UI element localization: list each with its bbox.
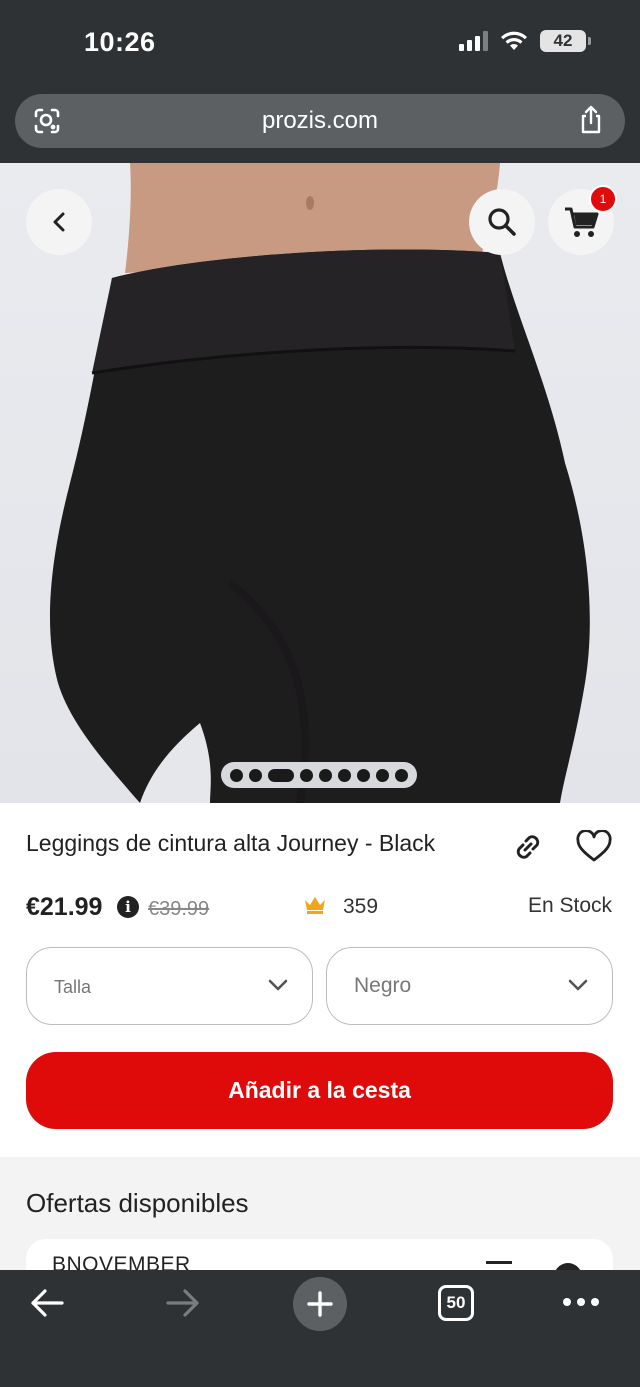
carousel-dot[interactable] bbox=[319, 768, 332, 782]
size-select-label: Talla bbox=[54, 977, 92, 997]
signal-icon bbox=[459, 31, 488, 51]
carousel-dot[interactable] bbox=[357, 768, 370, 782]
add-to-cart-button[interactable]: Añadir a la cesta bbox=[26, 1052, 613, 1129]
carousel-indicator[interactable] bbox=[221, 762, 417, 788]
carousel-dot[interactable] bbox=[395, 768, 408, 782]
wifi-icon bbox=[501, 31, 527, 50]
product-price: €21.99 bbox=[26, 893, 103, 921]
old-price: €39.99 bbox=[148, 898, 210, 920]
carousel-dot[interactable] bbox=[300, 768, 313, 782]
stock-status: En Stock bbox=[527, 894, 612, 917]
color-select[interactable]: Negro bbox=[326, 947, 613, 1025]
tabs-icon[interactable]: 50 bbox=[438, 1285, 474, 1321]
carousel-dot[interactable] bbox=[376, 768, 389, 782]
plus-icon bbox=[307, 1291, 333, 1317]
size-select[interactable]: Talla bbox=[26, 947, 313, 1025]
new-tab-button[interactable] bbox=[293, 1277, 347, 1331]
carousel-dot[interactable] bbox=[230, 768, 243, 782]
carousel-dot[interactable] bbox=[249, 768, 262, 782]
browser-top-chrome: 10:26 42 prozis.com bbox=[0, 0, 640, 163]
offers-title: Ofertas disponibles bbox=[26, 1188, 249, 1218]
browser-bottom-bar: 50 bbox=[0, 1270, 640, 1387]
carousel-dot[interactable] bbox=[338, 768, 351, 782]
arrow-left-icon[interactable] bbox=[28, 1286, 66, 1320]
back-icon bbox=[53, 212, 65, 232]
crown-icon bbox=[305, 897, 325, 914]
product-title: Leggings de cintura alta Journey - Black bbox=[26, 830, 436, 856]
loyalty-points: 359 bbox=[343, 895, 379, 918]
chevron-down-icon bbox=[268, 979, 288, 991]
share-icon[interactable] bbox=[577, 105, 605, 135]
battery-indicator: 42 bbox=[540, 30, 591, 52]
info-icon[interactable]: i bbox=[117, 896, 139, 918]
status-time: 10:26 bbox=[84, 27, 156, 57]
cart-count-badge: 1 bbox=[589, 185, 617, 213]
search-button[interactable] bbox=[469, 189, 535, 255]
search-icon bbox=[488, 208, 516, 236]
more-icon[interactable] bbox=[563, 1298, 599, 1308]
url-text[interactable]: prozis.com bbox=[15, 107, 625, 135]
product-photo bbox=[49, 163, 590, 803]
status-icons: 42 bbox=[459, 30, 591, 52]
back-button[interactable] bbox=[26, 189, 92, 255]
link-icon[interactable] bbox=[511, 830, 545, 864]
offers-section: Ofertas disponibles BNOVEMBER bbox=[0, 1157, 640, 1287]
url-bar[interactable]: prozis.com bbox=[15, 94, 625, 148]
chevron-down-icon bbox=[568, 979, 588, 991]
carousel-dot[interactable] bbox=[268, 768, 294, 782]
heart-icon[interactable] bbox=[576, 830, 612, 864]
cart-button[interactable]: 1 bbox=[548, 185, 617, 255]
arrow-right-icon[interactable] bbox=[164, 1286, 202, 1320]
product-image-carousel[interactable]: 1 bbox=[0, 163, 640, 803]
color-select-label: Negro bbox=[354, 974, 412, 997]
